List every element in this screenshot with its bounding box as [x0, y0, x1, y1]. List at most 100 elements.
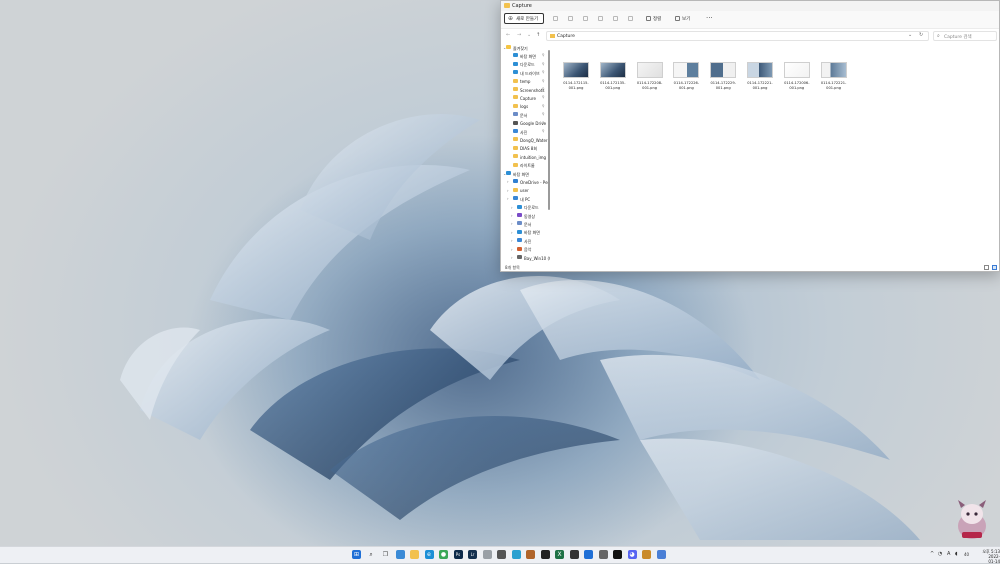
app-dark-icon[interactable] — [569, 550, 579, 559]
nav-item[interactable]: Screenshots ⚲ — [501, 86, 548, 94]
expand-chevron-icon[interactable]: › — [507, 188, 509, 193]
nav-item[interactable]: 사진 ⚲ — [501, 128, 548, 136]
expand-chevron-icon[interactable]: › — [511, 247, 513, 252]
nav-pane-scrollbar[interactable] — [548, 50, 550, 210]
app-gem-icon[interactable] — [526, 550, 535, 559]
nav-item[interactable]: › 사진 — [501, 237, 548, 245]
nav-item[interactable]: › 바탕 화면 — [501, 229, 548, 237]
more-options-button[interactable]: ··· — [706, 14, 713, 22]
app-black-icon[interactable] — [613, 550, 622, 559]
expand-chevron-icon[interactable]: › — [511, 255, 513, 260]
app-ccleaner-icon[interactable] — [511, 550, 521, 559]
pin-icon: ⚲ — [542, 61, 545, 66]
sort-icon[interactable] — [646, 16, 651, 21]
folder-icon — [513, 61, 518, 66]
view-button[interactable]: 보기 — [682, 16, 690, 22]
sort-button[interactable]: 정렬 — [653, 16, 661, 22]
nav-item[interactable]: › user — [501, 187, 548, 195]
nav-item[interactable]: logs ⚲ — [501, 103, 548, 111]
nav-item[interactable]: DIAS 8회 — [501, 145, 548, 153]
nav-item[interactable]: › 내 PC — [501, 195, 548, 203]
network-icon[interactable]: ◔ — [938, 551, 942, 557]
expand-chevron-icon[interactable]: › — [511, 221, 513, 226]
refresh-icon[interactable]: ↻ — [919, 32, 923, 38]
recent-chevron-icon[interactable]: ⌄ — [527, 32, 531, 38]
file-name: 0114-172229-001.png — [710, 81, 736, 90]
app-printer-icon[interactable] — [598, 550, 608, 559]
nav-item[interactable]: › 동영상 — [501, 212, 548, 220]
share-icon[interactable] — [613, 16, 618, 21]
nav-item[interactable]: intuition_img — [501, 153, 548, 161]
nav-item[interactable]: ⌄ 즐겨찾기 — [501, 44, 548, 52]
nav-item[interactable]: 내 드라이브 ⚲ — [501, 69, 548, 77]
lightroom-icon[interactable]: Lr — [468, 550, 477, 559]
copy-icon[interactable] — [568, 16, 573, 21]
nav-item-label: Screenshots — [520, 87, 545, 93]
nav-item[interactable]: 라이트룸 — [501, 162, 548, 170]
folder-icon — [513, 187, 518, 192]
widgets-icon[interactable] — [395, 550, 405, 559]
nav-item[interactable]: › OneDrive - Pers — [501, 178, 550, 186]
rename-icon[interactable] — [598, 16, 603, 21]
large-icons-view-icon[interactable] — [992, 265, 997, 270]
volume-icon[interactable]: ◖ — [955, 551, 958, 557]
edge-icon[interactable]: e — [424, 550, 434, 559]
expand-chevron-icon[interactable]: › — [511, 230, 513, 235]
new-button-label: 새로 만들기 — [516, 17, 539, 22]
nav-item-label: 바탕 화면 — [513, 171, 529, 177]
search-icon[interactable]: ⌕ — [367, 550, 376, 559]
nav-item-label: 다운로드 — [520, 62, 535, 68]
back-arrow-icon[interactable]: ← — [506, 32, 510, 38]
photoshop-icon[interactable]: Ps — [453, 550, 463, 559]
folder-icon — [513, 120, 518, 125]
expand-chevron-icon[interactable]: › — [511, 238, 513, 243]
nav-item[interactable]: DongQ_Water — [501, 136, 548, 144]
address-bar[interactable]: Capture — [546, 31, 929, 41]
app-term-icon[interactable] — [540, 550, 550, 559]
task-view-icon[interactable]: ❐ — [381, 550, 390, 559]
nav-item[interactable]: temp ⚲ — [501, 78, 548, 86]
excel-icon[interactable]: X — [555, 550, 564, 559]
expand-chevron-icon[interactable]: › — [511, 213, 513, 218]
nav-item[interactable]: › 다운로드 — [501, 204, 548, 212]
expand-chevron-icon[interactable]: › — [507, 179, 509, 184]
app-blue-icon[interactable] — [584, 550, 593, 559]
nav-item[interactable]: Google Drive ⚲ — [501, 120, 548, 128]
nav-item[interactable]: › 음악 — [501, 246, 548, 254]
pin-icon: ⚲ — [542, 112, 545, 117]
view-icon[interactable] — [675, 16, 680, 21]
app-orange-icon[interactable] — [642, 550, 651, 559]
search-box[interactable]: ⌕ Capture 검색 — [933, 31, 997, 41]
nav-item[interactable]: Capture ⚲ — [501, 94, 548, 102]
expand-chevron-icon[interactable]: › — [507, 196, 509, 201]
up-arrow-icon[interactable]: ↑ — [536, 32, 540, 38]
nav-item[interactable]: ⌄ 바탕 화면 — [501, 170, 548, 178]
expand-chevron-icon[interactable]: › — [511, 205, 513, 210]
discord-icon[interactable]: ◕ — [627, 550, 637, 559]
language-indicator[interactable]: A — [947, 551, 950, 557]
file-explorer-icon[interactable] — [410, 550, 419, 559]
nav-item[interactable]: 다운로드 ⚲ — [501, 61, 548, 69]
delete-icon[interactable] — [628, 16, 633, 21]
paste-icon[interactable] — [583, 16, 588, 21]
nav-item[interactable]: › Bay_Win10 (C: — [501, 254, 550, 262]
app-note-icon[interactable] — [656, 550, 666, 559]
start-icon[interactable]: ⊞ — [352, 550, 361, 559]
nav-item[interactable]: 바탕 화면 ⚲ — [501, 52, 548, 60]
chrome-icon[interactable]: ● — [439, 550, 448, 559]
address-dropdown-icon[interactable]: ⌄ — [908, 32, 912, 38]
cut-icon[interactable] — [553, 16, 558, 21]
folder-icon — [513, 70, 518, 75]
details-view-icon[interactable] — [984, 265, 989, 270]
app-gray-icon[interactable] — [482, 550, 492, 559]
plus-icon: ⊕ — [508, 15, 514, 22]
nav-item[interactable]: 문서 ⚲ — [501, 111, 548, 119]
pin-icon: ⚲ — [542, 78, 545, 83]
app-calc-icon[interactable] — [497, 550, 506, 559]
file-thumbnail — [599, 62, 626, 78]
forward-arrow-icon[interactable]: → — [517, 32, 521, 38]
new-button[interactable]: ⊕ 새로 만들기 — [504, 13, 544, 24]
nav-item-label: 음악 — [524, 247, 532, 253]
nav-item[interactable]: › 문서 — [501, 220, 548, 228]
tray-overflow-chevron-icon[interactable]: ^ — [930, 551, 934, 557]
